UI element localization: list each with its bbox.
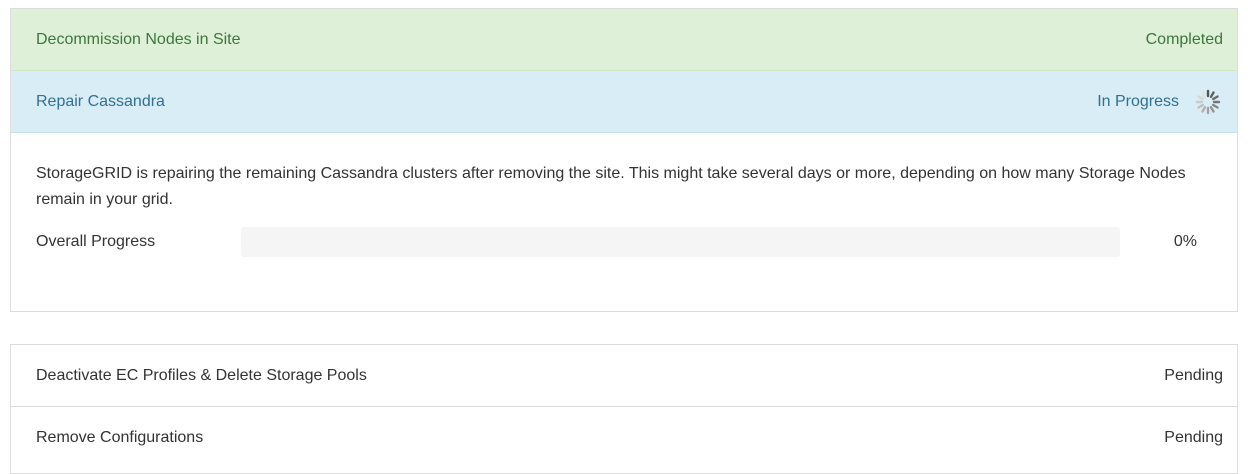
step-row-deactivate-ec-profiles: Deactivate EC Profiles & Delete Storage … [11,345,1237,407]
step-row-remove-configurations: Remove Configurations Pending [11,407,1237,469]
overall-progress-percent: 0% [1173,233,1197,250]
repair-cassandra-details: StorageGRID is repairing the remaining C… [11,133,1237,257]
step-status-pending: Pending [1164,366,1223,384]
step-name: Deactivate EC Profiles & Delete Storage … [36,366,367,384]
overall-progress-row: Overall Progress 0% [36,227,1197,257]
step-name: Decommission Nodes in Site [36,30,241,48]
step-name: Remove Configurations [36,429,204,446]
overall-progress-label: Overall Progress [36,233,156,250]
pending-steps-panel: Deactivate EC Profiles & Delete Storage … [10,344,1238,474]
step-name: Repair Cassandra [36,92,165,110]
step-row-decommission-nodes: Decommission Nodes in Site Completed [11,9,1237,71]
loading-spinner-icon [1193,87,1223,117]
decommission-steps-panel: Decommission Nodes in Site Completed Rep… [10,8,1238,312]
step-row-repair-cassandra: Repair Cassandra In Progress [11,71,1237,133]
overall-progress-bar [241,227,1120,257]
step-status-pending: Pending [1164,429,1223,446]
step-status-group: In Progress [1097,87,1223,117]
repair-description: StorageGRID is repairing the remaining C… [36,165,1186,208]
step-status-in-progress: In Progress [1097,92,1179,110]
step-status-completed: Completed [1145,30,1223,48]
